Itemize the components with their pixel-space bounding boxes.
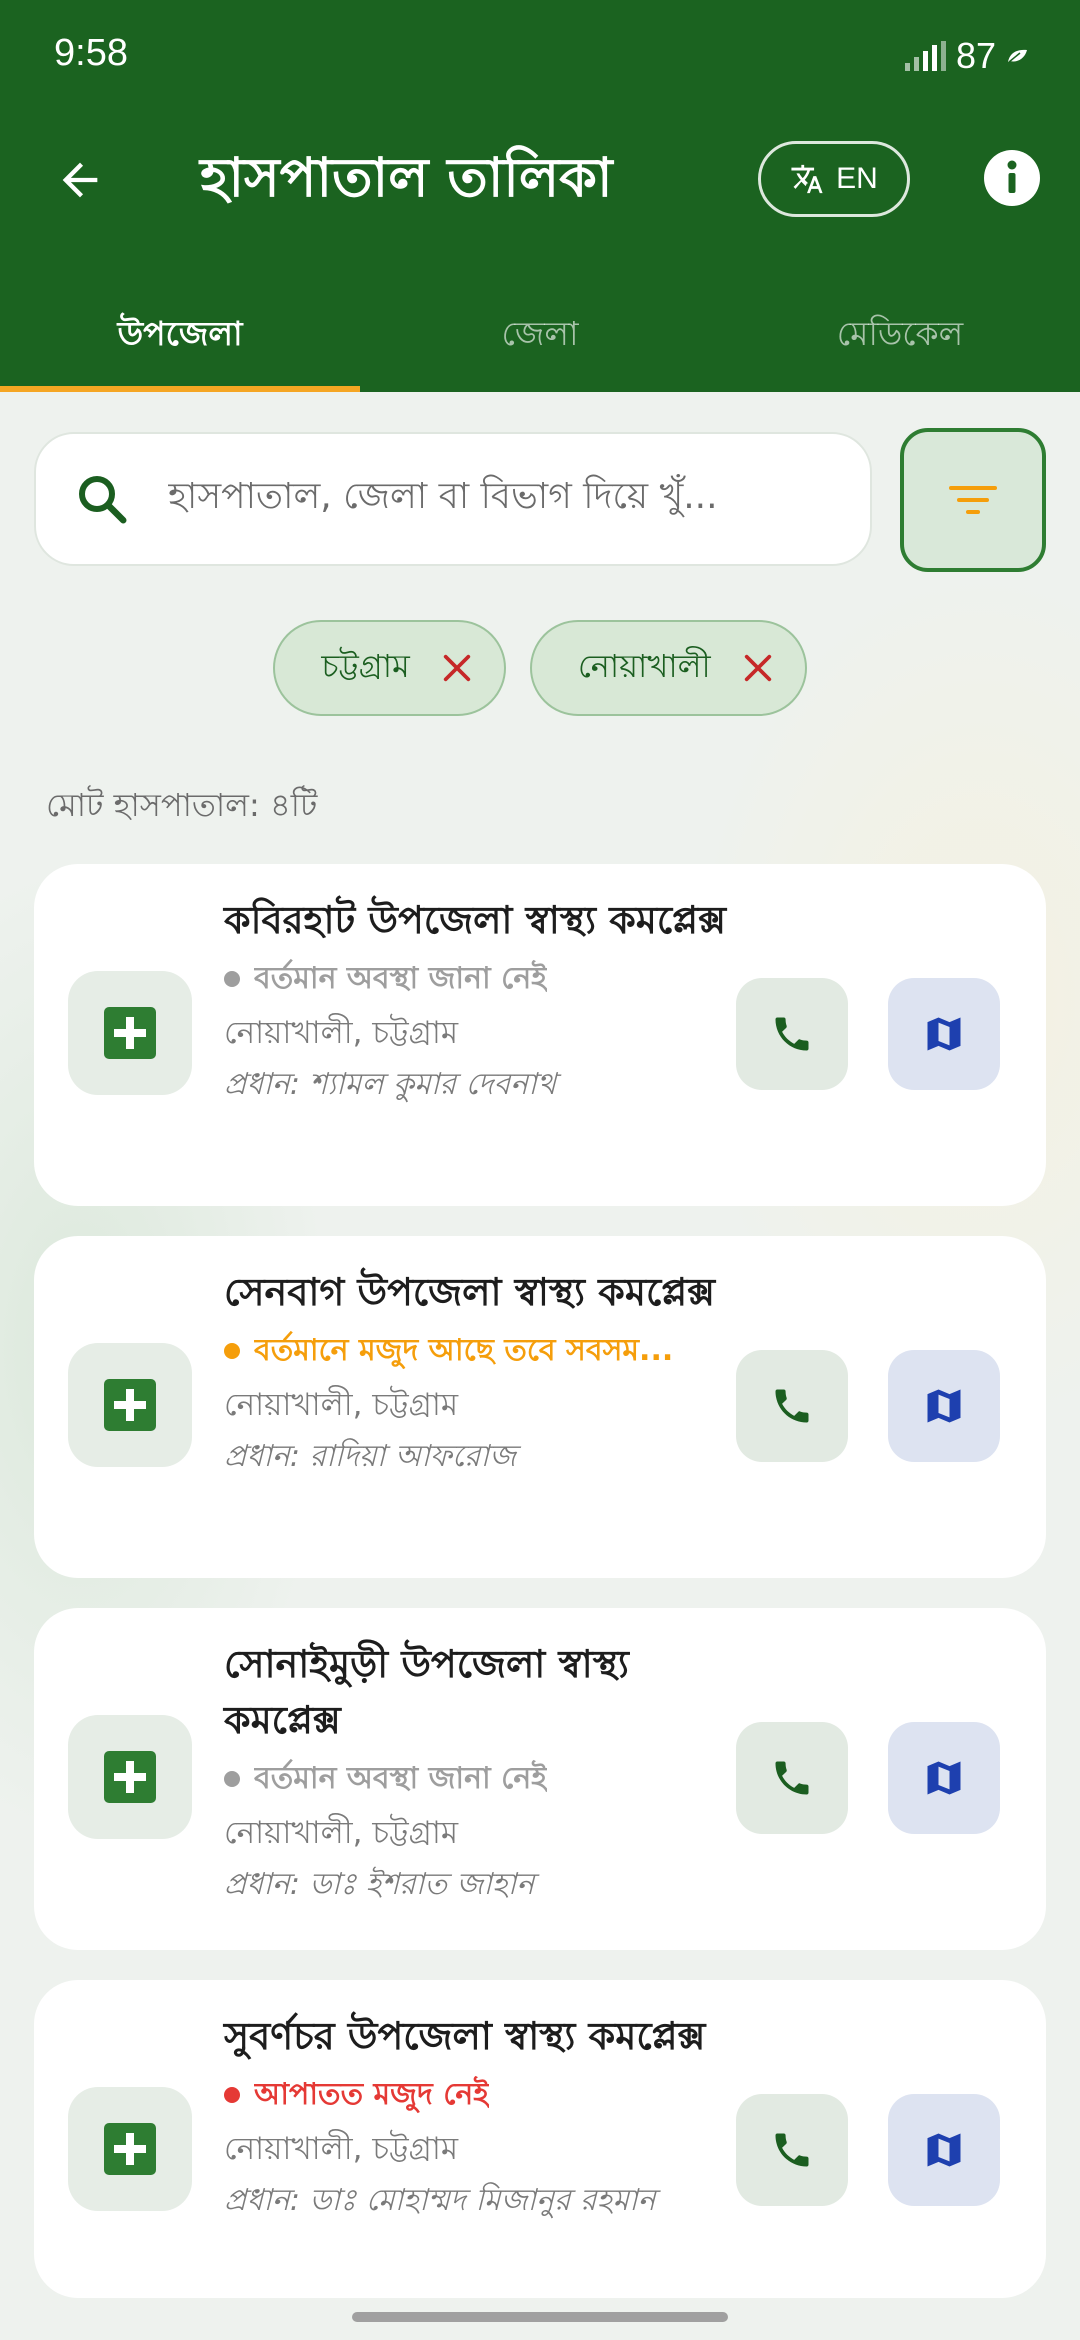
stock-status: বর্তমানে মজুদ আছে তবে সবসম... (224, 1324, 744, 1378)
hospital-name: সেনবাগ উপজেলা স্বাস্থ্য কমপ্লেক্স (224, 1270, 716, 1314)
hospital-card[interactable]: কবিরহাট উপজেলা স্বাস্থ্য কমপ্লেক্স বর্তম… (34, 864, 1046, 1206)
hospital-name: কবিরহাট উপজেলা স্বাস্থ্য কমপ্লেক্স (224, 898, 727, 942)
hospital-card[interactable]: সেনবাগ উপজেলা স্বাস্থ্য কমপ্লেক্স বর্তমা… (34, 1236, 1046, 1578)
map-button[interactable] (888, 2094, 1000, 2206)
map-button[interactable] (888, 1722, 1000, 1834)
tab-district[interactable]: জেলা (360, 280, 720, 392)
active-filters: চট্টগ্রাম নোয়াখালী (0, 620, 1080, 716)
info-button[interactable] (984, 150, 1040, 206)
home-indicator[interactable] (352, 2312, 728, 2322)
phone-icon (775, 1389, 809, 1423)
search-input[interactable]: হাসপাতাল, জেলা বা বিভাগ দিয়ে খুঁ... (34, 432, 872, 566)
hospital-icon (68, 1343, 192, 1467)
filter-chip-label: নোয়াখালী (577, 647, 711, 685)
language-toggle-label: EN (836, 162, 878, 195)
app-bar: 9:58 87 হাসপাতাল তালিকা EN উপজেলা জেলা ম… (0, 0, 1080, 392)
map-icon (927, 1017, 961, 1051)
hospital-info: সেনবাগ উপজেলা স্বাস্থ্য কমপ্লেক্স বর্তমা… (224, 1264, 744, 1482)
hospital-location: নোয়াখালী, চট্টগ্রাম (224, 2131, 459, 2167)
hospital-icon (68, 971, 192, 1095)
search-icon (79, 476, 127, 524)
map-icon (927, 2133, 961, 2167)
filter-icon (949, 486, 997, 514)
hospital-head: প্রধান: ডাঃ মোহাম্মদ মিজানুর রহমান (224, 2183, 656, 2218)
battery-saver-icon (1008, 49, 1027, 63)
hospital-info: সুবর্ণচর উপজেলা স্বাস্থ্য কমপ্লেক্স আপাত… (224, 2008, 744, 2226)
hospital-info: কবিরহাট উপজেলা স্বাস্থ্য কমপ্লেক্স বর্তম… (224, 892, 744, 1110)
hospital-card[interactable]: সুবর্ণচর উপজেলা স্বাস্থ্য কমপ্লেক্স আপাত… (34, 1980, 1046, 2298)
status-indicators: 87 (904, 34, 1028, 78)
status-dot (224, 971, 240, 987)
info-icon (1007, 160, 1017, 193)
stock-status-text: বর্তমান অবস্থা জানা নেই (254, 961, 547, 996)
hospital-head: প্রধান: শ্যামল কুমার দেবনাথ (224, 1067, 557, 1102)
tab-upazila[interactable]: উপজেলা (0, 280, 360, 392)
medical-cross-icon (104, 1379, 156, 1431)
medical-cross-icon (104, 1751, 156, 1803)
stock-status-text: বর্তমানে মজুদ আছে তবে সবসম... (254, 1333, 674, 1368)
hospital-name: সোনাইমুড়ী উপজেলা স্বাস্থ্য কমপ্লেক্স (224, 1642, 629, 1742)
phone-icon (775, 1761, 809, 1795)
stock-status: বর্তমান অবস্থা জানা নেই (224, 952, 744, 1006)
hospital-info: সোনাইমুড়ী উপজেলা স্বাস্থ্য কমপ্লেক্স বর… (224, 1636, 744, 1910)
hospital-icon (68, 1715, 192, 1839)
search-placeholder: হাসপাতাল, জেলা বা বিভাগ দিয়ে খুঁ... (168, 476, 718, 517)
battery-level: 87 (955, 35, 996, 76)
tab-bar: উপজেলা জেলা মেডিকেল (0, 280, 1080, 392)
call-button[interactable] (736, 1722, 848, 1834)
medical-cross-icon (104, 2123, 156, 2175)
stock-status-text: আপাতত মজুদ নেই (254, 2077, 489, 2112)
stock-status: আপাতত মজুদ নেই (224, 2068, 744, 2122)
status-bar: 9:58 87 (0, 0, 1080, 110)
arrow-left-icon (62, 162, 98, 198)
hospital-icon (68, 2087, 192, 2211)
tab-medical[interactable]: মেডিকেল (720, 280, 1080, 392)
hospital-name: সুবর্ণচর উপজেলা স্বাস্থ্য কমপ্লেক্স (224, 2014, 706, 2058)
phone-icon (775, 1017, 809, 1051)
status-dot (224, 2087, 240, 2103)
back-button[interactable] (40, 140, 120, 220)
page-title: হাসপাতাল তালিকা (200, 146, 613, 209)
signal-icon (904, 41, 946, 71)
hospital-location: নোয়াখালী, চট্টগ্রাম (224, 1387, 459, 1423)
filter-chip[interactable]: চট্টগ্রাম (273, 620, 506, 716)
status-dot (224, 1771, 240, 1787)
language-toggle-button[interactable]: EN (758, 141, 910, 217)
hospital-card[interactable]: সোনাইমুড়ী উপজেলা স্বাস্থ্য কমপ্লেক্স বর… (34, 1608, 1046, 1950)
call-button[interactable] (736, 978, 848, 1090)
hospital-location: নোয়াখালী, চট্টগ্রাম (224, 1015, 459, 1051)
stock-status-text: বর্তমান অবস্থা জানা নেই (254, 1761, 547, 1796)
call-button[interactable] (736, 2094, 848, 2206)
filter-chip[interactable]: নোয়াখালী (529, 620, 807, 716)
hospital-location: নোয়াখালী, চট্টগ্রাম (224, 1815, 459, 1851)
map-icon (927, 1389, 961, 1423)
filter-chip-label: চট্টগ্রাম (321, 647, 410, 685)
status-dot (224, 1343, 240, 1359)
hospital-head: প্রধান: রাদিয়া আফরোজ (224, 1439, 516, 1474)
filter-button[interactable] (900, 428, 1046, 572)
status-time: 9:58 (54, 32, 128, 74)
close-icon[interactable] (440, 651, 474, 685)
phone-icon (775, 2133, 809, 2167)
total-hospitals-count: মোট হাসপাতাল: ৪টি (46, 786, 318, 824)
medical-cross-icon (104, 1007, 156, 1059)
translate-icon (791, 164, 823, 194)
call-button[interactable] (736, 1350, 848, 1462)
close-icon[interactable] (741, 651, 775, 685)
hospital-head: প্রধান: ডাঃ ইশরাত জাহান (224, 1867, 535, 1902)
map-button[interactable] (888, 1350, 1000, 1462)
map-icon (927, 1761, 961, 1795)
map-button[interactable] (888, 978, 1000, 1090)
stock-status: বর্তমান অবস্থা জানা নেই (224, 1752, 744, 1806)
